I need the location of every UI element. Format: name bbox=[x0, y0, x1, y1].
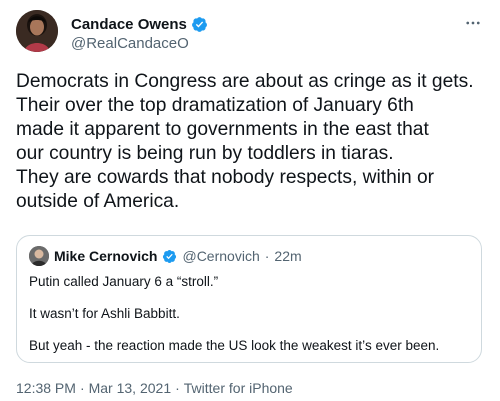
quoted-tweet-line: It wasn’t for Ashli Babbitt. bbox=[29, 306, 180, 321]
author-avatar[interactable] bbox=[16, 10, 58, 52]
more-options-icon bbox=[466, 21, 480, 25]
tweet-text: Democrats in Congress are about as cring… bbox=[16, 70, 490, 214]
author-name[interactable]: Candace Owens bbox=[71, 16, 187, 33]
separator-dot: · bbox=[175, 380, 180, 396]
separator-dot: · bbox=[264, 248, 270, 264]
quoted-tweet[interactable]: Mike Cernovich @Cernovich · 22m Putin ca… bbox=[16, 235, 482, 363]
tweet-time[interactable]: 12:38 PM bbox=[16, 380, 76, 396]
profile-photo-icon bbox=[16, 10, 58, 52]
verified-badge-icon bbox=[191, 16, 207, 32]
tweet-source[interactable]: Twitter for iPhone bbox=[184, 380, 293, 396]
quoted-author-name: Mike Cernovich bbox=[54, 248, 158, 264]
separator-dot: · bbox=[79, 380, 85, 396]
tweet-text-line: They are cowards that nobody respects, w… bbox=[16, 167, 435, 188]
quoted-tweet-line: Putin called January 6 a “stroll.” bbox=[29, 274, 219, 289]
tweet-text-line: our country is being run by toddlers in … bbox=[16, 143, 394, 164]
tweet-date[interactable]: Mar 13, 2021 bbox=[89, 380, 172, 396]
tweet-text-line: outside of America. bbox=[16, 191, 180, 212]
author-handle[interactable]: @RealCandaceO bbox=[71, 35, 189, 52]
quoted-tweet-time: 22m bbox=[274, 248, 302, 264]
verified-badge-icon bbox=[163, 249, 177, 263]
quoted-tweet-line: But yeah - the reaction made the US look… bbox=[29, 338, 440, 353]
author-name-row: Candace Owens bbox=[71, 14, 208, 34]
tweet-text-line: Democrats in Congress are about as cring… bbox=[16, 71, 474, 92]
tweet-text-line: made it apparent to governments in the e… bbox=[16, 119, 429, 140]
profile-photo-icon bbox=[29, 246, 49, 266]
tweet-metadata: 12:38 PM · Mar 13, 2021 · Twitter for iP… bbox=[16, 380, 293, 396]
quoted-author-handle: @Cernovich bbox=[182, 248, 260, 264]
quoted-tweet-header: Mike Cernovich @Cernovich · 22m bbox=[29, 246, 302, 266]
tweet-card: Candace Owens @RealCandaceO Democrats in… bbox=[0, 0, 500, 401]
quoted-author-avatar bbox=[29, 246, 49, 266]
tweet-text-line: Their over the top dramatization of Janu… bbox=[16, 95, 414, 116]
more-options-button[interactable] bbox=[462, 12, 484, 34]
